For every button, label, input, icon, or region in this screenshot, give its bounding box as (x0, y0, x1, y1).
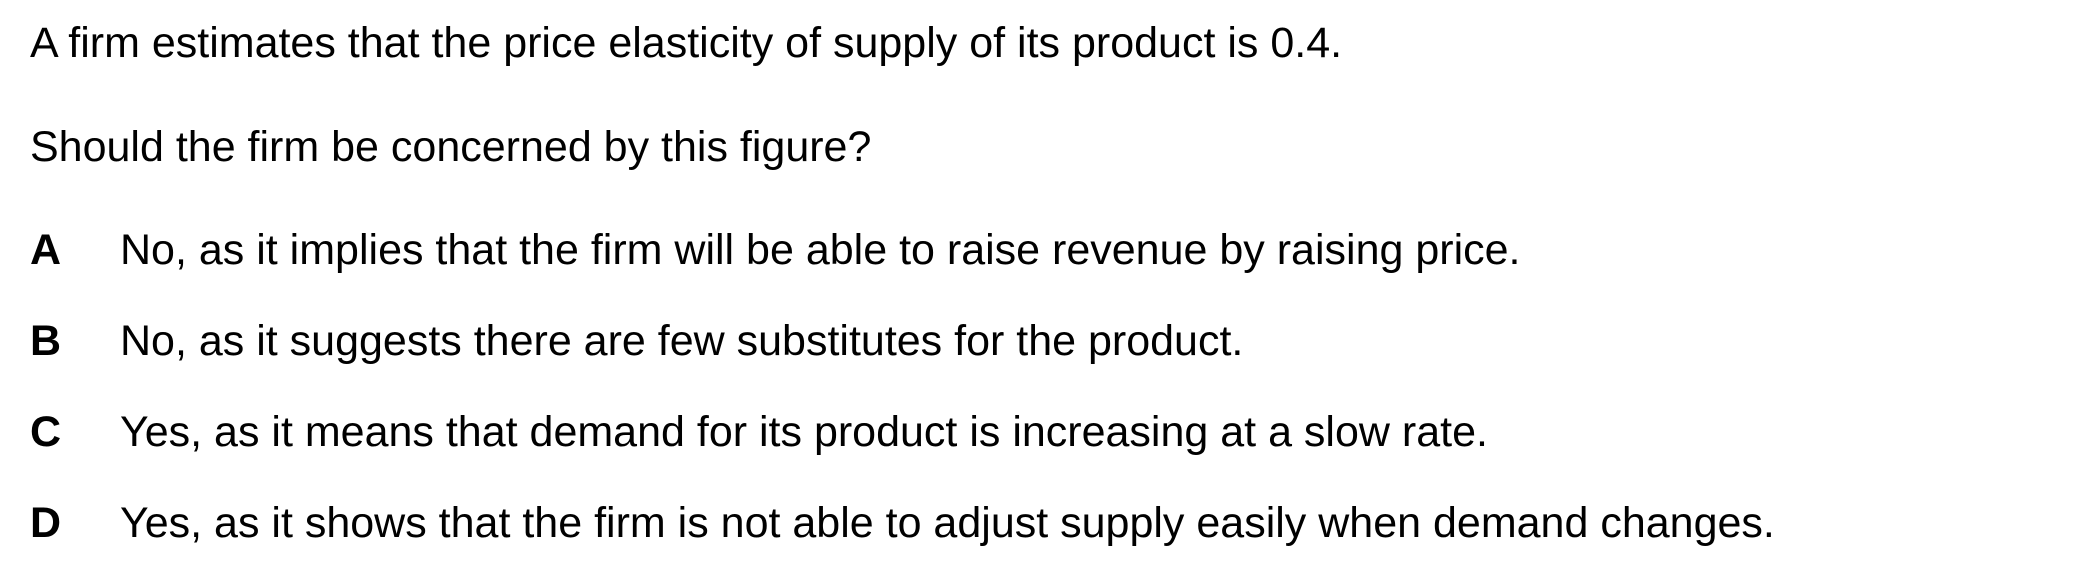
option-letter: D (30, 499, 62, 547)
option-text: No, as it implies that the firm will be … (120, 226, 1521, 274)
question-stem: A firm estimates that the price elastici… (30, 19, 1343, 67)
option-letter: C (30, 408, 62, 456)
question-page: A firm estimates that the price elastici… (0, 0, 2100, 586)
option-letter: A (30, 226, 62, 274)
option-letter: B (30, 317, 62, 365)
question-prompt: Should the firm be concerned by this fig… (30, 123, 872, 171)
option-text: No, as it suggests there are few substit… (120, 317, 1244, 365)
option-text: Yes, as it means that demand for its pro… (120, 408, 1488, 456)
option-text: Yes, as it shows that the firm is not ab… (120, 499, 1775, 547)
